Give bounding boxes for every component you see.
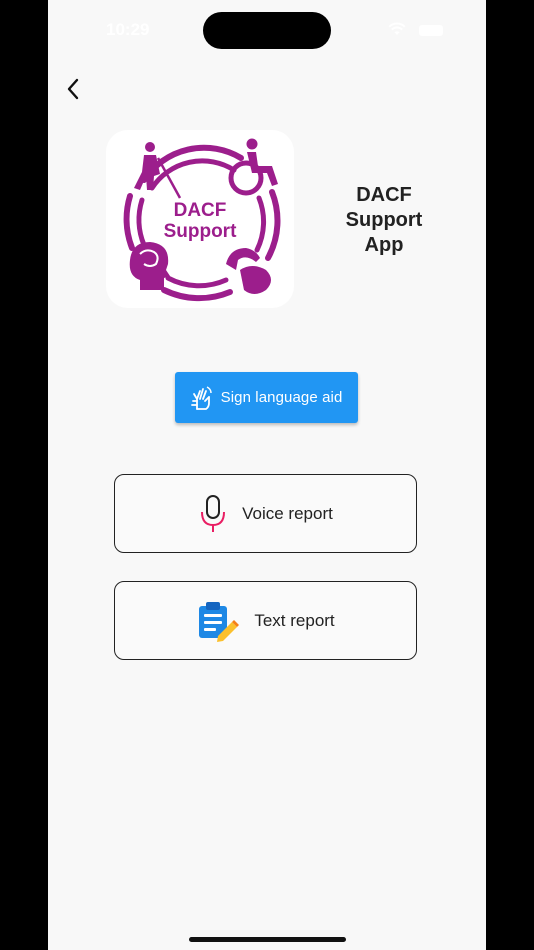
sign-language-aid-label: Sign language aid [220,389,343,406]
status-time: 10:29 [106,20,150,39]
battery-icon [419,25,443,36]
voice-report-button[interactable]: Voice report [114,474,417,553]
app-title: DACF Support App [328,183,440,258]
microphone-icon [201,494,226,532]
app-title-line2: Support [345,209,423,231]
sign-language-aid-button[interactable]: Sign language aid [175,372,358,423]
voice-report-label: Voice report [242,503,333,523]
app-title-line3: App [364,234,404,256]
clipboard-edit-icon [199,601,240,642]
app-logo: DACF Support [106,130,294,308]
sign-language-icon [190,385,212,410]
app-screen: 10:29 DACF Support DACF Support App Sign… [48,0,486,950]
app-title-line1: DACF [356,184,412,206]
text-report-button[interactable]: Text report [114,581,417,660]
dynamic-island [203,12,331,49]
logo-text-line1: DACF [174,200,227,221]
home-indicator[interactable] [189,937,346,942]
chevron-left-icon [67,78,79,100]
back-button[interactable] [58,74,88,104]
logo-text-line2: Support [164,221,237,242]
text-report-label: Text report [254,610,335,630]
wifi-icon [388,22,406,35]
